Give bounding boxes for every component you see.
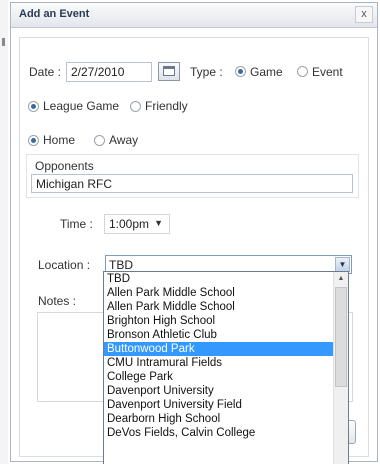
location-option[interactable]: CMU Intramural Fields: [104, 356, 334, 370]
background-window-edge: [0, 0, 8, 464]
friendly-radio[interactable]: [130, 101, 141, 112]
dropdown-scrollbar[interactable]: ▲: [333, 272, 348, 464]
chevron-down-icon[interactable]: ▼: [335, 257, 350, 272]
screen: Add an Event x Date : Type : Game Event …: [0, 0, 380, 464]
opponents-label: Opponents: [35, 159, 94, 173]
location-value: TBD: [109, 258, 133, 272]
location-option[interactable]: Davenport University Field: [104, 398, 334, 412]
close-button[interactable]: x: [355, 6, 373, 23]
home-label: Home: [43, 133, 76, 147]
league-game-label: League Game: [43, 99, 120, 113]
location-option[interactable]: Brighton High School: [104, 314, 334, 328]
away-radio[interactable]: [94, 135, 105, 146]
location-option[interactable]: Allen Park Middle School: [104, 286, 334, 300]
time-select[interactable]: 1:00pm ▼: [104, 214, 170, 234]
date-label: Date :: [29, 65, 62, 79]
away-label: Away: [109, 133, 139, 147]
league-game-radio[interactable]: [28, 101, 39, 112]
time-label: Time :: [60, 217, 93, 231]
date-input[interactable]: [66, 62, 152, 82]
type-game-radio[interactable]: [235, 66, 246, 77]
home-radio[interactable]: [28, 135, 39, 146]
calendar-icon: [163, 66, 175, 76]
location-option[interactable]: Dearborn High School: [104, 412, 334, 426]
location-option[interactable]: TBD: [104, 272, 334, 286]
notes-label: Notes :: [38, 294, 77, 308]
type-game-label: Game: [250, 65, 283, 79]
type-label: Type :: [190, 65, 223, 79]
location-dropdown-list[interactable]: TBD Allen Park Middle School Allen Park Mi…: [103, 271, 349, 464]
time-value: 1:00pm: [109, 217, 150, 231]
location-option[interactable]: Buttonwood Park: [104, 342, 334, 356]
calendar-button[interactable]: [158, 62, 180, 81]
friendly-label: Friendly: [145, 99, 188, 113]
location-label: Location :: [38, 258, 91, 272]
opponents-group: Opponents: [26, 154, 359, 198]
opponents-input[interactable]: [31, 174, 353, 193]
location-options: TBD Allen Park Middle School Allen Park Mi…: [104, 272, 334, 440]
dialog-titlebar[interactable]: Add an Event x: [11, 3, 377, 28]
scroll-up-icon[interactable]: ▲: [334, 272, 348, 286]
background-window-mark: [2, 38, 5, 46]
location-option[interactable]: DeVos Fields, Calvin College: [104, 426, 334, 440]
location-option[interactable]: Allen Park Middle School: [104, 300, 334, 314]
location-option[interactable]: Bronson Athletic Club: [104, 328, 334, 342]
location-option[interactable]: Davenport University: [104, 384, 334, 398]
location-option[interactable]: College Park: [104, 370, 334, 384]
chevron-down-icon: ▼: [154, 218, 163, 228]
type-event-label: Event: [312, 65, 343, 79]
close-icon: x: [361, 8, 367, 20]
dialog-title: Add an Event: [19, 8, 90, 20]
scrollbar-thumb[interactable]: [335, 287, 347, 387]
type-event-radio[interactable]: [297, 66, 308, 77]
